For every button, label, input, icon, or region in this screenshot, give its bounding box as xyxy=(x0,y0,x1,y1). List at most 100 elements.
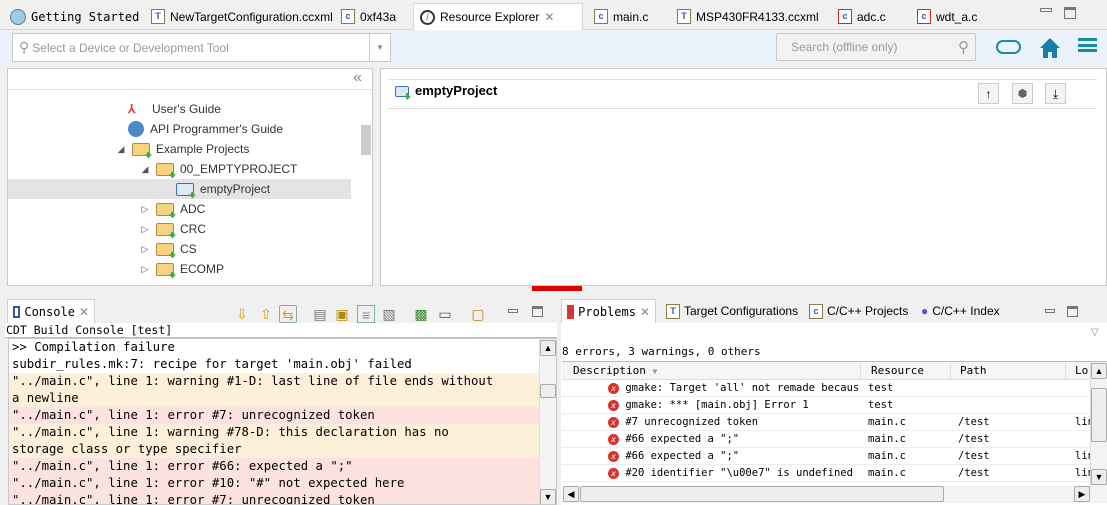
tab-console[interactable]: Console ✕ xyxy=(7,299,95,323)
console-line-error: "../main.c", line 1: error #10: "#" not … xyxy=(9,475,556,492)
folder-icon xyxy=(156,242,174,256)
c-file-icon: c xyxy=(341,9,355,24)
collapsed-arrow-icon[interactable]: ▷ xyxy=(140,264,150,275)
package-button[interactable]: ⬢ xyxy=(1012,83,1033,104)
expanded-arrow-icon[interactable]: ◢ xyxy=(140,164,150,175)
tree-item-crc[interactable]: ▷ CRC xyxy=(140,219,206,239)
collapse-panel-icon[interactable]: « xyxy=(353,69,362,87)
collapsed-arrow-icon[interactable]: ▷ xyxy=(140,224,150,235)
view-menu-icon[interactable]: ▽ xyxy=(1091,327,1099,338)
tab-problems[interactable]: Problems ✕ xyxy=(561,299,656,323)
problem-location: lin xyxy=(1075,450,1090,462)
expanded-arrow-icon[interactable]: ◢ xyxy=(116,144,126,155)
tree-item-adc[interactable]: ▷ ADC xyxy=(140,199,206,219)
getting-started-icon xyxy=(10,8,26,25)
maximize-button[interactable] xyxy=(1064,7,1076,19)
menu-icon[interactable] xyxy=(1078,38,1097,52)
maximize-button[interactable] xyxy=(532,306,543,317)
column-header-description[interactable]: Description ▼ xyxy=(573,362,657,380)
collapsed-arrow-icon[interactable]: ▷ xyxy=(140,204,150,215)
problems-summary: 8 errors, 3 warnings, 0 others xyxy=(562,345,761,358)
console-view: Console ✕ ⇩ ⇧ ⇆ ▤ ▣ ≡ ▧ ▩ ▭ ▢ CDT Build C… xyxy=(5,299,557,505)
resource-tree-panel: « ⅄ User's Guide API Programmer's Guide ◢… xyxy=(7,68,373,286)
tab-0xf43a[interactable]: c 0xf43a xyxy=(335,3,402,30)
tab-target-configurations[interactable]: T Target Configurations xyxy=(661,299,803,323)
tree-item-api-guide[interactable]: API Programmer's Guide xyxy=(128,119,283,139)
table-row[interactable]: x gmake: Target 'all' not remade because… xyxy=(562,380,1094,397)
scroll-up-button[interactable]: ▲ xyxy=(1091,363,1107,379)
minimize-button[interactable] xyxy=(1045,309,1055,313)
tab-adc-c[interactable]: c adc.c xyxy=(832,3,892,30)
word-wrap-icon[interactable]: ≡ xyxy=(357,305,375,323)
minimize-button[interactable] xyxy=(1040,8,1052,12)
folder-icon xyxy=(156,262,174,276)
tab-cpp-projects[interactable]: c C/C++ Projects xyxy=(804,299,913,323)
console-output[interactable]: >> Compilation failure subdir_rules.mk:7… xyxy=(8,338,557,505)
tab-cpp-index[interactable]: ● C/C++ Index xyxy=(916,299,1005,323)
pin-lock-icon[interactable]: ▣ xyxy=(333,305,351,323)
column-header-path[interactable]: Path xyxy=(950,362,987,380)
scroll-up-button[interactable]: ▲ xyxy=(540,340,556,356)
scroll-lock-icon[interactable]: ▤ xyxy=(311,305,329,323)
scroll-thumb[interactable] xyxy=(1091,388,1107,442)
cloud-icon[interactable] xyxy=(996,40,1021,54)
open-console-icon[interactable]: ▢ xyxy=(469,305,487,323)
problem-resource: main.c xyxy=(868,433,906,445)
import-up-button[interactable]: ↑ xyxy=(978,83,999,104)
close-icon[interactable]: ✕ xyxy=(544,10,554,24)
tree-item-cs[interactable]: ▷ CS xyxy=(140,239,197,259)
display-console-icon[interactable]: ▭ xyxy=(436,305,454,323)
tab-main-c[interactable]: c main.c xyxy=(588,3,654,30)
scroll-down-icon[interactable]: ⇩ xyxy=(233,305,251,323)
problems-hscrollbar[interactable]: ◀ ▶ xyxy=(562,486,1107,503)
tree-item-example-projects[interactable]: ◢ Example Projects xyxy=(116,139,250,159)
tree-item-00-emptyproject[interactable]: ◢ 00_EMPTYPROJECT xyxy=(140,159,298,179)
problems-vscrollbar[interactable]: ▲ ▼ xyxy=(1090,362,1107,486)
table-row[interactable]: x #66 expected a ";" main.c /test lin xyxy=(562,448,1094,465)
sash-indicator[interactable] xyxy=(532,286,582,291)
console-line-warning: storage class or type specifier xyxy=(9,441,556,458)
scroll-down-button[interactable]: ▼ xyxy=(1091,469,1107,485)
tree-item-emptyproject[interactable]: emptyProject xyxy=(176,179,270,199)
scroll-down-button[interactable]: ▼ xyxy=(540,489,556,504)
maximize-button[interactable] xyxy=(1067,306,1078,317)
scroll-thumb[interactable] xyxy=(580,486,944,502)
tree-item-ecomp[interactable]: ▷CSECOMP xyxy=(140,259,224,279)
close-icon[interactable]: ✕ xyxy=(640,305,650,319)
collapsed-arrow-icon[interactable]: ▷ xyxy=(140,244,150,255)
table-header: Description ▼ Resource Path Lo xyxy=(562,362,1090,380)
pin-console-icon[interactable]: ▩ xyxy=(412,305,430,323)
error-icon: x xyxy=(608,433,619,445)
search-icon[interactable]: ⚲ xyxy=(958,38,969,56)
column-header-location[interactable]: Lo xyxy=(1065,362,1088,380)
scroll-up-icon[interactable]: ⇧ xyxy=(257,305,275,323)
tab-getting-started[interactable]: Getting Started xyxy=(4,3,145,30)
table-row[interactable]: x gmake: *** [main.obj] Error 1 test xyxy=(562,397,1094,414)
error-icon: x xyxy=(608,450,619,462)
search-input[interactable]: Search (offline only) ⚲ xyxy=(776,33,976,61)
link-toggle-icon[interactable]: ⇆ xyxy=(279,305,297,323)
tab-resource-explorer[interactable]: / Resource Explorer ✕ xyxy=(413,3,583,30)
dropdown-arrow-icon[interactable]: ▼ xyxy=(369,34,390,61)
scroll-right-button[interactable]: ▶ xyxy=(1074,486,1090,502)
close-icon[interactable]: ✕ xyxy=(79,305,89,319)
table-row[interactable]: x #66 expected a ";" main.c /test xyxy=(562,431,1094,448)
console-scrollbar[interactable]: ▲ ▼ xyxy=(539,339,556,504)
clear-console-icon[interactable]: ▧ xyxy=(380,305,398,323)
table-row[interactable]: x #7 unrecognized token main.c /test lin xyxy=(562,414,1094,431)
problem-location: lin xyxy=(1075,467,1090,479)
tab-msp430fr4133-ccxml[interactable]: T MSP430FR4133.ccxml xyxy=(671,3,825,30)
tab-wdt-a-c[interactable]: c wdt_a.c xyxy=(911,3,983,30)
minimize-button[interactable] xyxy=(508,309,518,313)
problem-resource: test xyxy=(868,382,894,394)
folder-icon xyxy=(156,202,174,216)
device-select-input[interactable]: ⚲ Select a Device or Development Tool ▼ xyxy=(12,33,391,62)
column-header-resource[interactable]: Resource xyxy=(860,362,924,380)
tree-scrollbar[interactable] xyxy=(361,125,371,155)
tab-new-target-configuration[interactable]: T NewTargetConfiguration.ccxml xyxy=(145,3,339,30)
scroll-thumb[interactable] xyxy=(540,384,556,398)
tree-item-users-guide[interactable]: ⅄ User's Guide xyxy=(128,99,221,119)
table-row[interactable]: x #20 identifier "\u00e7" is undefined m… xyxy=(562,465,1094,482)
download-button[interactable]: ⤓ xyxy=(1045,83,1066,104)
scroll-left-button[interactable]: ◀ xyxy=(563,486,579,502)
